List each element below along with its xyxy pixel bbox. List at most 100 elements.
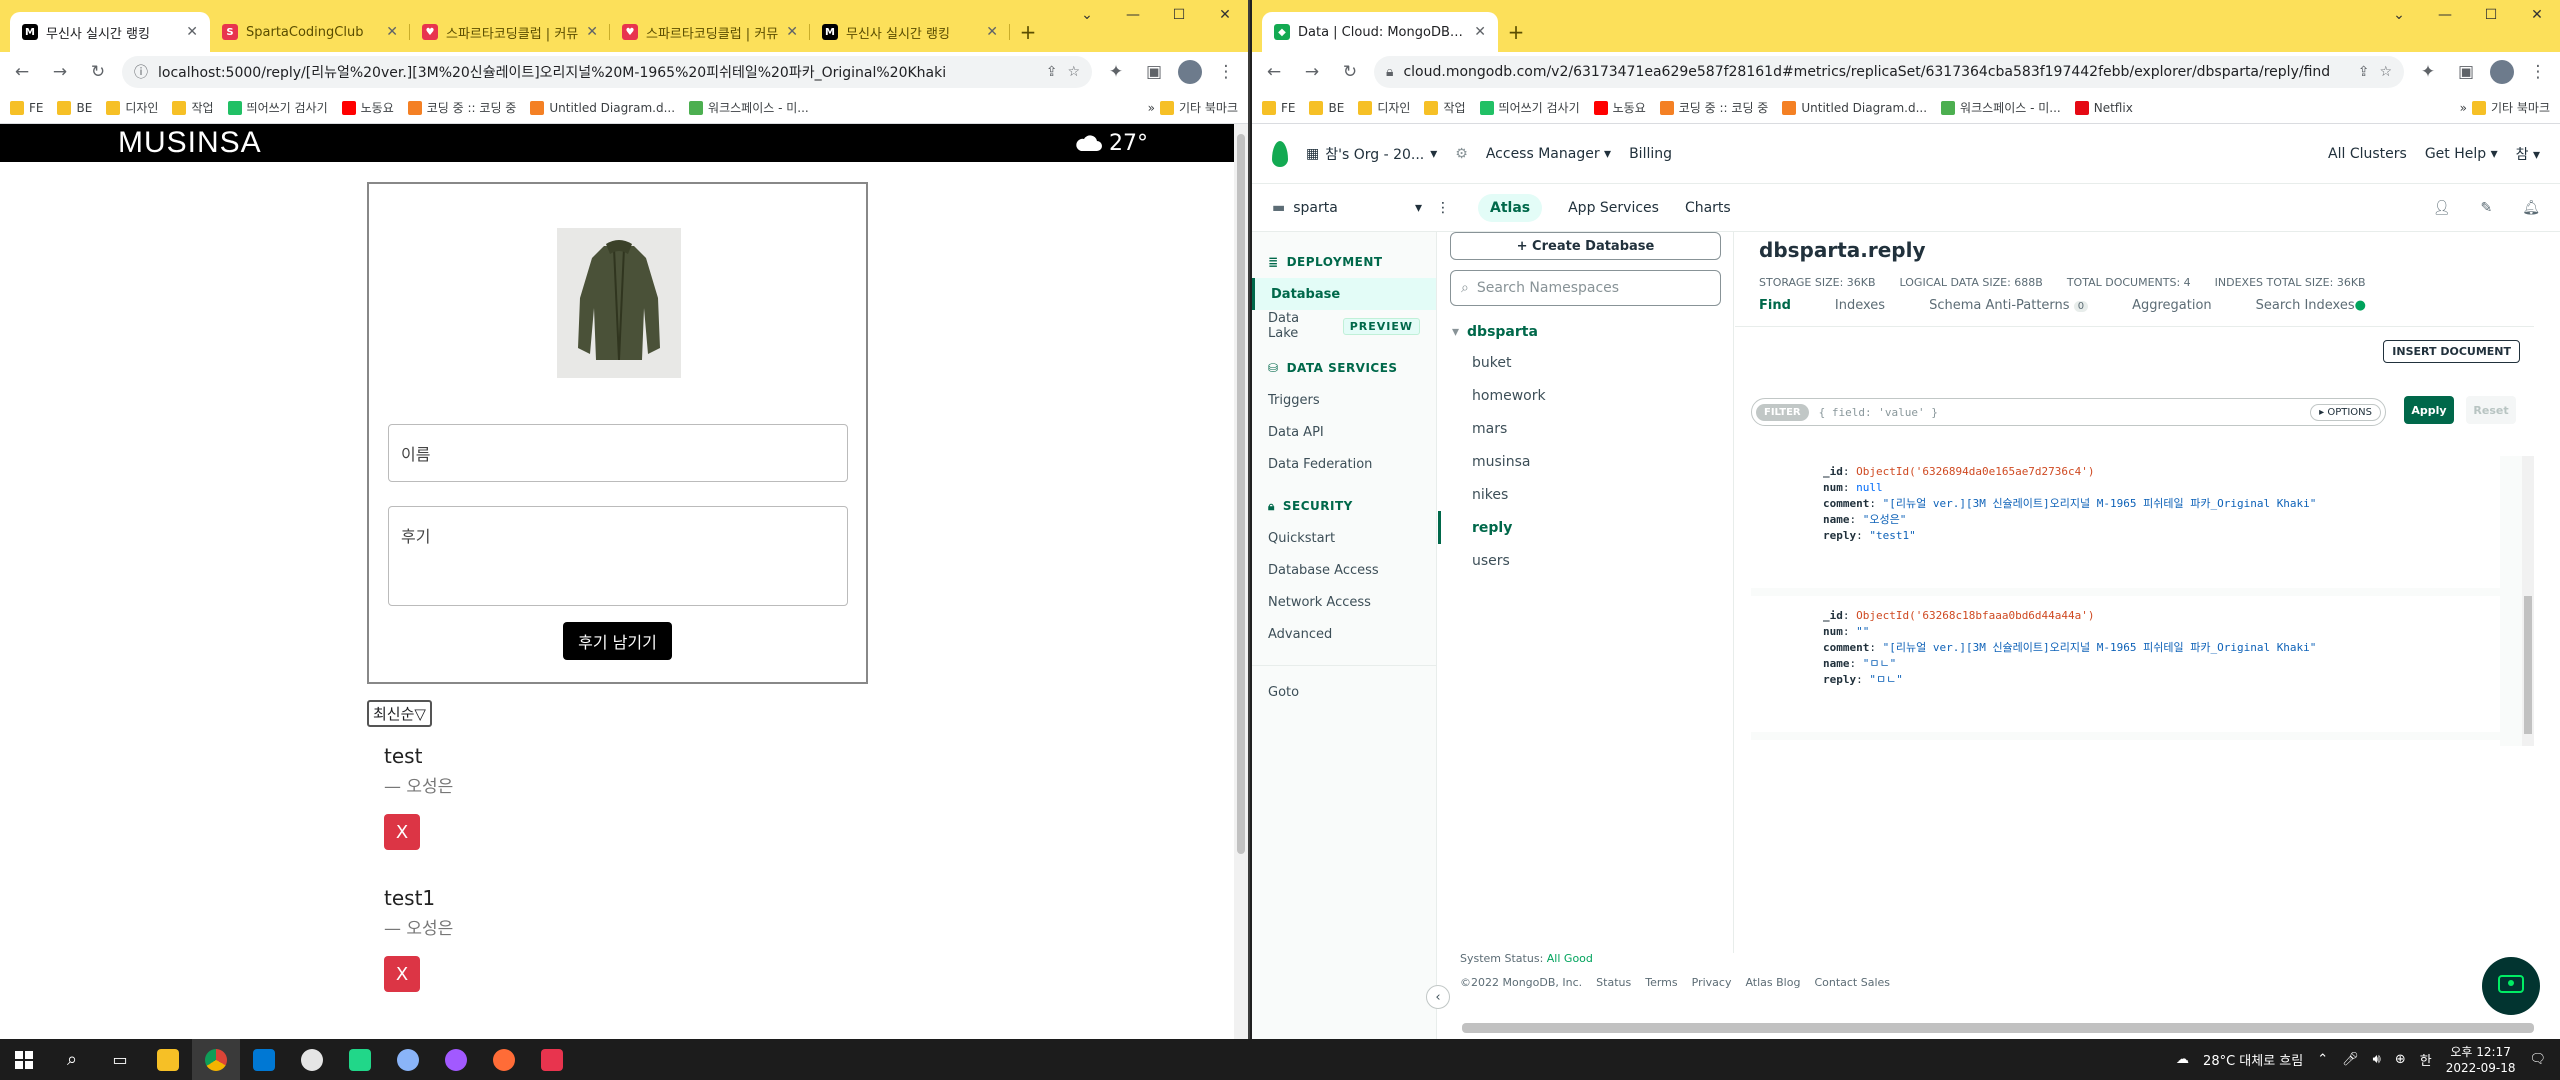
footer-link[interactable]: Status: [1596, 971, 1631, 995]
document-card[interactable]: _id: ObjectId('6326894da0e165ae7d2736c4'…: [1751, 456, 2500, 588]
bookmark-item[interactable]: 띄어쓰기 검사기: [227, 99, 328, 116]
back-icon[interactable]: ←: [8, 58, 36, 86]
vscode-icon[interactable]: [240, 1039, 288, 1080]
tab-charts[interactable]: Charts: [1685, 186, 1731, 230]
close-tab-icon[interactable]: ✕: [586, 24, 598, 40]
sort-select[interactable]: 최신순▽: [367, 700, 432, 727]
forward-icon[interactable]: →: [1298, 58, 1326, 86]
chat-support-button[interactable]: [2482, 957, 2540, 1015]
new-tab-button[interactable]: +: [1498, 12, 1534, 52]
share-icon[interactable]: ⇪: [2358, 64, 2370, 80]
bookmark-item[interactable]: 코딩 중 :: 코딩 중: [1659, 99, 1768, 116]
bookmark-item[interactable]: FE: [10, 100, 43, 115]
create-database-button[interactable]: + Create Database: [1450, 232, 1721, 260]
info-icon[interactable]: ⓘ: [134, 62, 148, 82]
reload-icon[interactable]: ↻: [1336, 58, 1364, 86]
namespace-search[interactable]: ⌕ Search Namespaces: [1450, 270, 1721, 306]
bookmark-item[interactable]: 워크스페이스 - 미...: [1941, 99, 2061, 116]
review-textarea[interactable]: 후기: [388, 506, 848, 606]
collapse-sidenav-button[interactable]: ‹: [1426, 985, 1450, 1009]
maximize-button[interactable]: ☐: [2468, 0, 2514, 30]
tab-app-services[interactable]: App Services: [1568, 186, 1659, 230]
org-selector[interactable]: ▦ 참's Org - 20... ▾: [1306, 144, 1437, 164]
browser-tab[interactable]: M 무신사 실시간 랭킹 ✕: [810, 12, 1010, 52]
mic-icon[interactable]: 🎤︎: [2342, 1052, 2359, 1067]
close-tab-icon[interactable]: ✕: [786, 24, 798, 40]
access-manager-menu[interactable]: Access Manager ▾: [1486, 146, 1611, 162]
delete-review-button[interactable]: X: [384, 956, 420, 992]
close-tab-icon[interactable]: ✕: [986, 24, 998, 40]
start-button[interactable]: [0, 1039, 48, 1080]
share-icon[interactable]: ⇪: [1046, 64, 1058, 80]
notification-icon[interactable]: 🗨: [2529, 1052, 2546, 1067]
forward-icon[interactable]: →: [46, 58, 74, 86]
app-icon[interactable]: [384, 1039, 432, 1080]
status-value[interactable]: All Good: [1547, 952, 1593, 965]
weather-icon[interactable]: ☁: [2176, 1052, 2189, 1067]
sidenav-goto[interactable]: Goto: [1252, 676, 1436, 708]
profile-avatar[interactable]: [2490, 60, 2514, 84]
extensions-icon[interactable]: ✦: [2414, 58, 2442, 86]
taskbar-weather[interactable]: 28°C 대체로 흐림: [2203, 1050, 2303, 1069]
bookmark-item[interactable]: 작업: [1424, 99, 1466, 116]
sidenav-database[interactable]: Database: [1252, 278, 1436, 310]
bookmark-item[interactable]: Untitled Diagram.d...: [530, 100, 675, 115]
star-icon[interactable]: ☆: [1067, 64, 1080, 80]
sidenav-advanced[interactable]: Advanced: [1252, 618, 1436, 650]
browser-tab[interactable]: S SpartaCodingClub ✕: [210, 12, 410, 52]
maximize-button[interactable]: ☐: [1156, 0, 1202, 30]
sidenav-data-federation[interactable]: Data Federation: [1252, 448, 1436, 480]
documents-scrollbar[interactable]: [2522, 456, 2534, 746]
get-help-menu[interactable]: Get Help ▾: [2425, 146, 2498, 162]
bookmark-item[interactable]: 노동요: [341, 99, 394, 116]
footer-link[interactable]: Contact Sales: [1814, 971, 1890, 995]
task-view-icon[interactable]: ▭: [96, 1039, 144, 1080]
sidenav-data-api[interactable]: Data API: [1252, 416, 1436, 448]
tab-schema-anti-patterns[interactable]: Schema Anti-Patterns 0: [1929, 298, 2089, 313]
sidenav-database-access[interactable]: Database Access: [1252, 554, 1436, 586]
app-icon[interactable]: [528, 1039, 576, 1080]
bookmark-item[interactable]: Netflix: [2074, 100, 2133, 115]
sidenav-quickstart[interactable]: Quickstart: [1252, 522, 1436, 554]
document-card[interactable]: _id: ObjectId('63268ca54fcabbd43b53bee7'…: [1751, 740, 2500, 746]
tab-indexes[interactable]: Indexes: [1835, 298, 1885, 313]
collection-item[interactable]: buket: [1438, 346, 1733, 379]
close-tab-icon[interactable]: ✕: [1474, 24, 1486, 40]
tab-aggregation[interactable]: Aggregation: [2132, 298, 2212, 313]
other-bookmarks[interactable]: » 기타 북마크: [1148, 99, 1238, 116]
back-icon[interactable]: ←: [1260, 58, 1288, 86]
lock-icon[interactable]: 🔒︎: [1386, 64, 1393, 80]
horizontal-scrollbar[interactable]: [1462, 1023, 2534, 1033]
file-explorer-icon[interactable]: [144, 1039, 192, 1080]
sidenav-data-lake[interactable]: Data Lake PREVIEW: [1252, 310, 1436, 342]
activity-icon[interactable]: ✎: [2480, 200, 2492, 216]
collection-item[interactable]: musinsa: [1438, 445, 1733, 478]
browser-tab[interactable]: M 무신사 실시간 랭킹 ✕: [10, 12, 210, 52]
bookmark-item[interactable]: 디자인: [1358, 99, 1410, 116]
figma-icon[interactable]: [432, 1039, 480, 1080]
menu-icon[interactable]: ⋮: [1212, 58, 1240, 86]
bookmark-item[interactable]: Untitled Diagram.d...: [1782, 100, 1927, 115]
menu-icon[interactable]: ⋮: [2524, 58, 2552, 86]
tab-search-indexes[interactable]: Search Indexes●: [2256, 298, 2366, 313]
clock[interactable]: 오후 12:17 2022-09-18: [2446, 1044, 2516, 1076]
minimize-button[interactable]: —: [1110, 0, 1156, 30]
page-scrollbar[interactable]: [1234, 124, 1248, 1039]
bookmark-item[interactable]: BE: [1309, 100, 1344, 115]
app-icon[interactable]: [288, 1039, 336, 1080]
new-tab-button[interactable]: +: [1010, 12, 1046, 52]
footer-link[interactable]: Atlas Blog: [1745, 971, 1800, 995]
project-selector[interactable]: ▬ sparta ▾: [1272, 200, 1422, 216]
bookmark-item[interactable]: FE: [1262, 100, 1295, 115]
sidepanel-icon[interactable]: ▣: [1140, 58, 1168, 86]
search-icon[interactable]: ⌕: [48, 1039, 96, 1080]
chevron-down-icon[interactable]: ⌄: [1064, 0, 1110, 30]
chrome-icon[interactable]: [192, 1039, 240, 1080]
bookmark-item[interactable]: BE: [57, 100, 92, 115]
bookmark-item[interactable]: 작업: [172, 99, 214, 116]
close-button[interactable]: ✕: [2514, 0, 2560, 30]
chevron-up-icon[interactable]: ⌃: [2317, 1052, 2328, 1067]
name-input[interactable]: 이름: [388, 424, 848, 482]
profile-avatar[interactable]: [1178, 60, 1202, 84]
other-bookmarks[interactable]: » 기타 북마크: [2460, 99, 2550, 116]
